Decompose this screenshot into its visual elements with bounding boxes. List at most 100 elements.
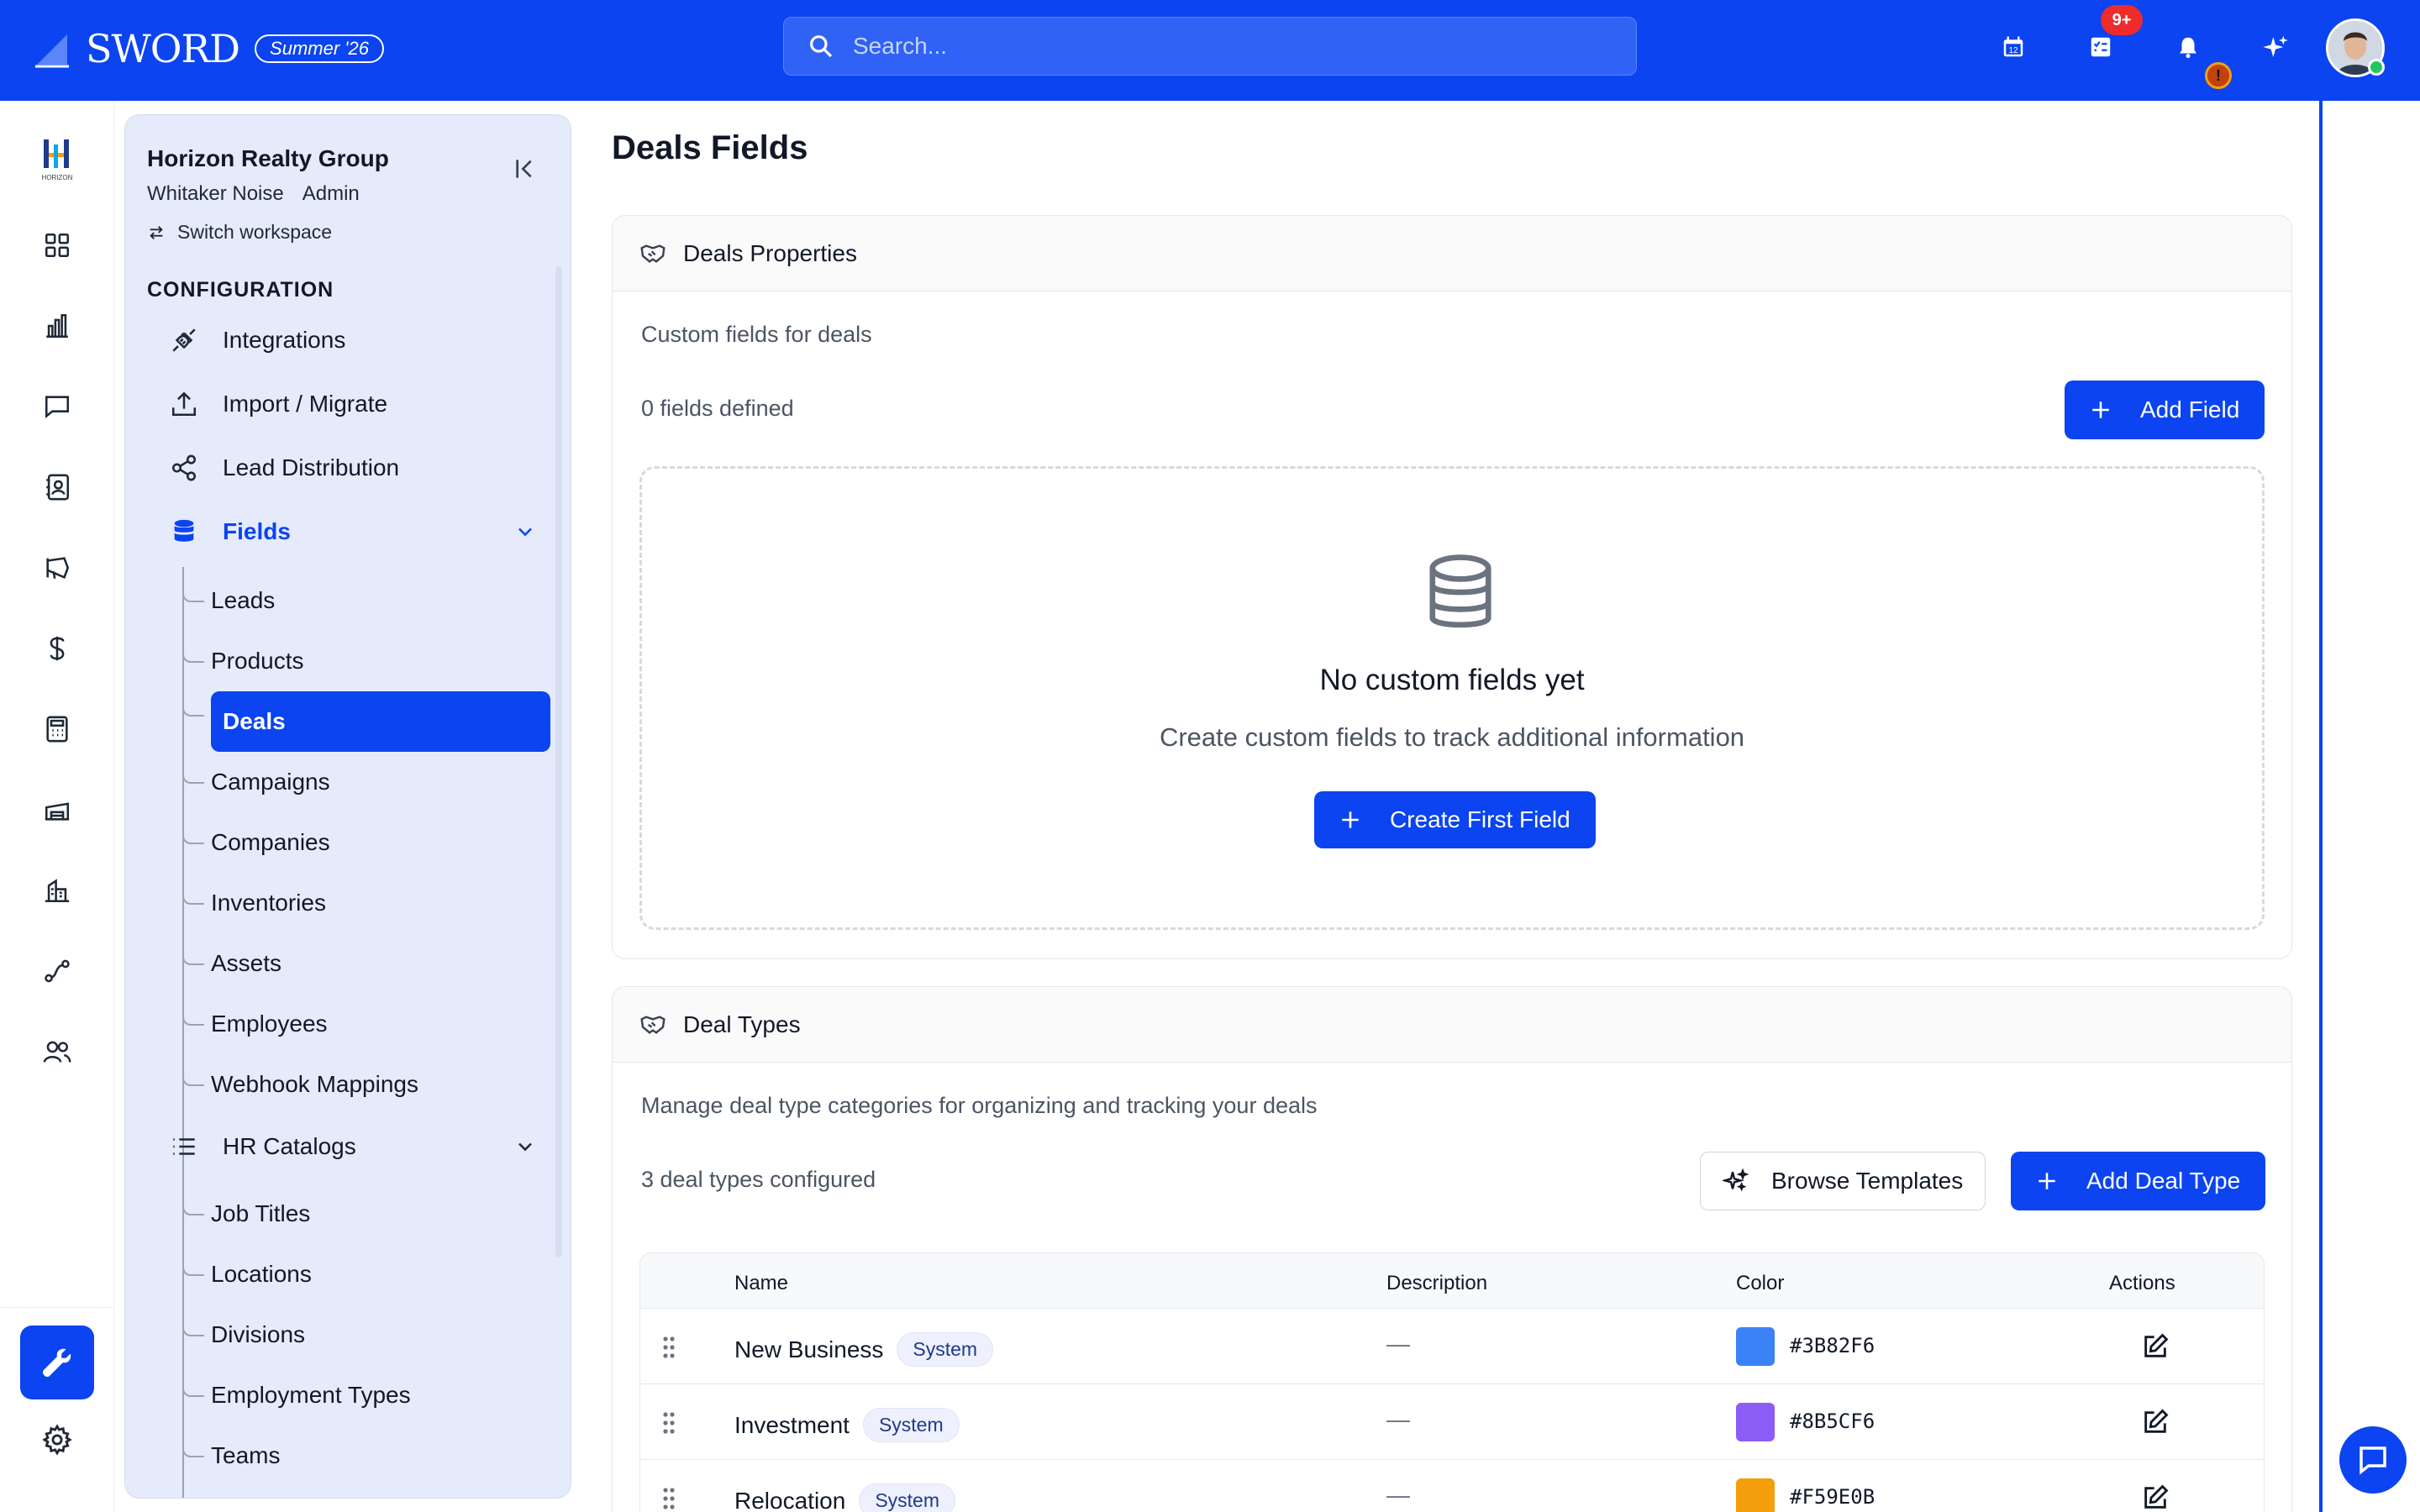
sub-item-employees[interactable]: Employees (182, 1000, 547, 1047)
rail-settings[interactable] (40, 1423, 74, 1457)
rail-team[interactable] (40, 1035, 74, 1068)
sub-item-companies[interactable]: Companies (182, 819, 547, 866)
fields-tree-line (182, 567, 184, 1200)
plus-icon (1342, 811, 1359, 828)
collapse-panel-icon[interactable] (512, 155, 539, 182)
sub-item-inventories[interactable]: Inventories (182, 879, 547, 927)
database-icon (174, 519, 194, 542)
dollar-icon (50, 636, 65, 661)
svg-text:12: 12 (2008, 46, 2018, 55)
nav-import-migrate[interactable]: Import / Migrate (167, 381, 537, 428)
database-icon (1429, 554, 1491, 628)
color-swatch (1736, 1478, 1775, 1512)
sub-item-products[interactable]: Products (182, 638, 547, 685)
drag-handle-icon[interactable] (662, 1336, 676, 1359)
sub-item-deals[interactable]: Deals (182, 691, 550, 752)
card-description: Custom fields for deals (641, 322, 872, 347)
notifications-button[interactable] (2171, 30, 2205, 64)
rail-messages[interactable] (40, 390, 74, 423)
create-first-field-button[interactable]: Create First Field (1314, 791, 1596, 848)
sub-item-leads[interactable]: Leads (182, 577, 547, 624)
gear-icon (42, 1424, 72, 1456)
upload-icon (171, 391, 197, 417)
sub-item-employment-types[interactable]: Employment Types (182, 1372, 547, 1419)
workspace-name: Horizon Realty Group (147, 145, 389, 171)
column-color: Color (1736, 1272, 1785, 1294)
online-status-dot (2368, 59, 2385, 76)
rail-divider (0, 1307, 114, 1308)
chevron-down-icon[interactable] (513, 1135, 537, 1158)
megaphone-icon (46, 557, 70, 580)
row-name-cell: New Business System (734, 1332, 994, 1367)
section-title: CONFIGURATION (147, 278, 334, 302)
add-field-button[interactable]: Add Field (2065, 381, 2265, 439)
nav-label: Import / Migrate (223, 391, 388, 417)
workspace-logo[interactable]: HORIZON (30, 133, 84, 186)
deal-type-name: Relocation (734, 1487, 846, 1512)
table-row: Relocation System — #F59E0B (640, 1460, 2264, 1512)
route-icon (45, 959, 70, 983)
nav-lead-distribution[interactable]: Lead Distribution (167, 444, 537, 491)
rail-calculator[interactable] (40, 712, 74, 746)
drag-handle-icon[interactable] (662, 1487, 676, 1510)
browse-templates-button[interactable]: Browse Templates (1700, 1152, 1986, 1210)
nav-fields[interactable]: Fields (167, 508, 537, 555)
search-box[interactable] (783, 17, 1637, 76)
sub-item-teams[interactable]: Teams (182, 1432, 547, 1479)
warehouse-icon (45, 802, 70, 821)
panel-scrollbar[interactable] (555, 266, 562, 1257)
rail-pipelines[interactable] (40, 954, 74, 988)
row-description: — (1386, 1331, 1410, 1357)
rail-inventory[interactable] (40, 793, 74, 827)
app-logo[interactable]: SWORD Summer '26 (34, 24, 384, 74)
column-name: Name (734, 1272, 789, 1294)
handshake-icon (640, 244, 666, 263)
card-title: Deals Properties (683, 239, 857, 266)
edit-icon[interactable] (2141, 1408, 2170, 1436)
edit-icon[interactable] (2141, 1483, 2170, 1512)
tasks-count-badge: 9+ (2101, 5, 2143, 35)
sub-item-campaigns[interactable]: Campaigns (182, 759, 547, 806)
ai-assistant-button[interactable] (2259, 30, 2292, 64)
deal-types-count: 3 deal types configured (641, 1167, 876, 1192)
search-icon (810, 35, 833, 58)
handshake-icon (640, 1015, 666, 1034)
search-input[interactable] (853, 33, 1592, 60)
chevron-down-icon[interactable] (513, 520, 537, 543)
rail-finance[interactable] (40, 632, 74, 665)
switch-workspace-link[interactable]: Switch workspace (147, 221, 332, 244)
sub-item-locations[interactable]: Locations (182, 1251, 547, 1298)
tasks-button[interactable] (2084, 30, 2118, 64)
calendar-button[interactable]: 12 (1996, 30, 2030, 64)
rail-contacts[interactable] (40, 470, 74, 504)
empty-title: No custom fields yet (1319, 664, 1585, 696)
rail-settings-tools[interactable] (20, 1326, 94, 1399)
color-swatch (1736, 1403, 1775, 1441)
empty-subtitle: Create custom fields to track additional… (1159, 722, 1745, 752)
user-role: Admin (302, 182, 360, 205)
drag-handle-icon[interactable] (662, 1411, 676, 1435)
empty-state: No custom fields yet Create custom field… (639, 466, 2265, 930)
nav-hr-catalogs[interactable]: HR Catalogs (167, 1123, 537, 1170)
color-hex: #3B82F6 (1790, 1334, 1876, 1357)
deal-types-table: Name Description Color Actions New Busin… (639, 1252, 2265, 1512)
edit-icon[interactable] (2141, 1332, 2170, 1361)
rail-campaigns[interactable] (40, 551, 74, 585)
add-field-label: Add Field (2140, 396, 2240, 423)
card-description: Manage deal type categories for organizi… (641, 1093, 1318, 1118)
sub-item-job-titles[interactable]: Job Titles (182, 1190, 547, 1237)
add-deal-type-button[interactable]: Add Deal Type (2011, 1152, 2266, 1210)
rail-properties[interactable] (40, 874, 74, 907)
sub-item-webhook-mappings[interactable]: Webhook Mappings (182, 1061, 547, 1108)
right-panel-border (2319, 101, 2323, 1512)
nav-integrations[interactable]: Integrations (167, 317, 537, 364)
rail-reports[interactable] (40, 309, 74, 343)
deal-types-card: Deal Types Manage deal type categories f… (612, 986, 2292, 1512)
chat-button[interactable] (2339, 1426, 2407, 1494)
sub-item-assets[interactable]: Assets (182, 940, 547, 987)
sub-item-divisions[interactable]: Divisions (182, 1311, 547, 1358)
calendar-icon: 12 (2003, 36, 2023, 57)
table-row: New Business System — #3B82F6 (640, 1309, 2264, 1384)
rail-dashboard[interactable] (40, 228, 74, 262)
table-row: Investment System — #8B5CF6 (640, 1384, 2264, 1460)
